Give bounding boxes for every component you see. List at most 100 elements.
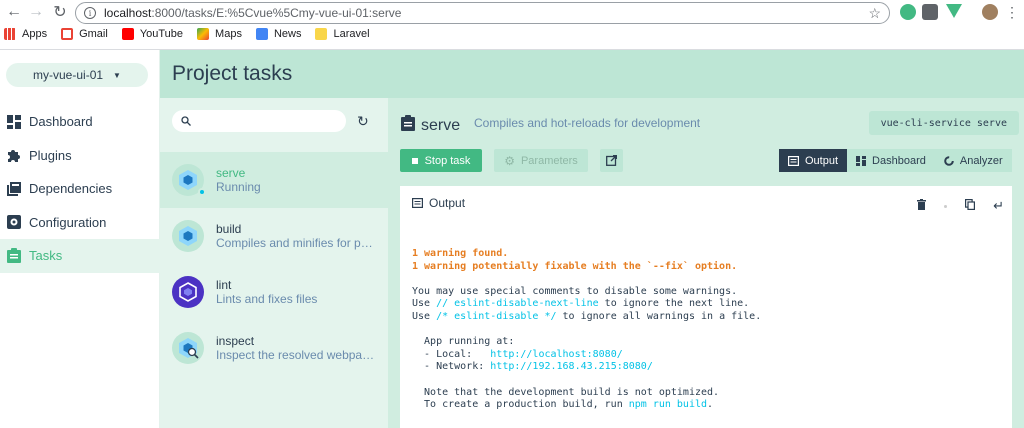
- task-description: Running: [216, 180, 261, 194]
- console-icon: [412, 198, 423, 208]
- bookmark-apps[interactable]: Apps: [4, 28, 47, 40]
- project-selector[interactable]: my-vue-ui-01 ▼: [6, 63, 148, 87]
- sidebar: my-vue-ui-01 ▼ Dashboard Plugins Depende…: [0, 50, 160, 428]
- task-item-inspect[interactable]: inspect Inspect the resolved webpack con…: [160, 320, 388, 376]
- sidebar-menu: Dashboard Plugins Dependencies Configura…: [0, 105, 160, 273]
- webpack-icon: [172, 164, 206, 196]
- project-name: my-vue-ui-01: [33, 68, 104, 82]
- bookmark-label: YouTube: [139, 28, 184, 40]
- extension-icon[interactable]: [922, 4, 938, 20]
- search-input[interactable]: [172, 110, 346, 132]
- view-tabs: Output Dashboard Analyzer: [779, 149, 1012, 172]
- bookmark-label: Gmail: [79, 28, 108, 40]
- sidebar-item-label: Dashboard: [29, 114, 93, 130]
- maps-icon: [197, 28, 210, 40]
- task-command[interactable]: vue-cli-service serve: [868, 111, 1019, 135]
- local-url-link[interactable]: http://localhost:8080/: [490, 349, 622, 360]
- tab-output[interactable]: Output: [779, 149, 848, 172]
- main-content: Project tasks ↻ serve Running build Comp…: [160, 50, 1024, 428]
- console-output: 1 warning found. 1 warning potentially f…: [412, 248, 761, 412]
- search-icon: [181, 116, 191, 126]
- tab-label: Analyzer: [959, 154, 1003, 167]
- output-title: Output: [429, 196, 466, 210]
- console-icon: [788, 155, 799, 166]
- url-path: :8000/tasks/E:%5Cvue%5Cmy-vue-ui-01:serv…: [151, 6, 402, 20]
- task-description: Lints and fixes files: [216, 292, 318, 306]
- task-details: serve Compiles and hot-reloads for devel…: [388, 98, 1024, 428]
- copy-icon[interactable]: [965, 197, 976, 215]
- bookmark-news[interactable]: News: [255, 28, 301, 40]
- separator-dot: [944, 204, 948, 208]
- console-text: - Local:: [412, 348, 491, 360]
- open-in-browser-button[interactable]: [600, 149, 623, 172]
- news-icon: [255, 28, 268, 40]
- sidebar-item-dashboard[interactable]: Dashboard: [0, 105, 160, 139]
- gmail-icon: [61, 28, 74, 40]
- apps-grid-icon: [4, 28, 16, 40]
- console-text: Use: [412, 298, 437, 310]
- refresh-icon[interactable]: ↻: [357, 113, 369, 130]
- avatar[interactable]: [982, 4, 998, 20]
- return-icon[interactable]: ↵: [993, 198, 1004, 214]
- dashboard-icon: [856, 155, 867, 166]
- bookmark-gmail[interactable]: Gmail: [61, 28, 108, 40]
- open-external-icon: [606, 155, 617, 166]
- console-highlight: npm run build: [628, 399, 708, 411]
- task-name: serve: [216, 166, 246, 180]
- task-description: Compiles and hot-reloads for development: [474, 116, 701, 130]
- clipboard-icon: [6, 248, 21, 264]
- delete-icon[interactable]: [917, 197, 927, 215]
- bookmark-laravel[interactable]: Laravel: [315, 28, 370, 40]
- stop-icon: [411, 157, 418, 164]
- console-highlight: // eslint-disable-next-line: [436, 298, 599, 310]
- donut-chart-icon: [944, 155, 954, 166]
- caret-down-icon: ▼: [113, 70, 121, 80]
- console-text: .: [707, 399, 714, 411]
- task-item-serve[interactable]: serve Running: [160, 152, 388, 208]
- sidebar-item-configuration[interactable]: Configuration: [0, 206, 160, 240]
- extension-icon[interactable]: [900, 4, 916, 20]
- output-toolbar: ↵: [917, 197, 1004, 215]
- sidebar-item-dependencies[interactable]: Dependencies: [0, 172, 160, 206]
- youtube-icon: [121, 28, 134, 40]
- tab-dashboard[interactable]: Dashboard: [847, 149, 935, 172]
- tab-analyzer[interactable]: Analyzer: [934, 149, 1012, 172]
- console-text: Use: [412, 310, 437, 322]
- browser-chrome: ← → ↻ i localhost:8000/tasks/E:%5Cvue%5C…: [0, 0, 1024, 50]
- vue-devtools-icon[interactable]: [946, 4, 962, 18]
- task-item-lint[interactable]: lint Lints and fixes files: [160, 264, 388, 320]
- task-name: build: [216, 222, 242, 236]
- bookmark-star-icon[interactable]: ☆: [868, 5, 881, 22]
- address-bar[interactable]: i localhost:8000/tasks/E:%5Cvue%5Cmy-vue…: [75, 2, 890, 24]
- forward-icon[interactable]: →: [26, 2, 46, 22]
- console-text: To create a production build, run: [412, 399, 629, 411]
- info-icon[interactable]: i: [84, 7, 96, 19]
- puzzle-icon: [6, 148, 21, 163]
- task-item-build[interactable]: build Compiles and minifies for producti…: [160, 208, 388, 264]
- dashboard-icon: [6, 114, 21, 129]
- bookmark-youtube[interactable]: YouTube: [121, 28, 184, 40]
- output-panel: Output ↵ 1 warning found. 1 warning pote…: [400, 186, 1012, 428]
- bookmark-label: Apps: [22, 28, 48, 40]
- tab-label: Dashboard: [872, 154, 926, 167]
- sidebar-item-tasks[interactable]: Tasks: [0, 239, 160, 273]
- task-list: ↻ serve Running build Compiles and minif…: [160, 98, 388, 428]
- stop-task-label: Stop task: [424, 154, 471, 167]
- page-title: Project tasks: [172, 62, 293, 85]
- bookmarks-bar: Apps Gmail YouTube Maps News Laravel: [4, 28, 384, 40]
- network-url-link[interactable]: http://192.168.43.215:8080/: [490, 361, 653, 372]
- console-text: to ignore the next line.: [598, 298, 750, 310]
- bookmark-label: Maps: [215, 28, 242, 40]
- console-text: - Network:: [412, 361, 491, 373]
- sidebar-item-plugins[interactable]: Plugins: [0, 139, 160, 173]
- reload-icon[interactable]: ↻: [50, 2, 70, 22]
- task-title: serve: [401, 115, 460, 136]
- webpack-inspect-icon: [172, 332, 204, 364]
- webpack-icon: [172, 220, 204, 252]
- parameters-button[interactable]: ⚙ Parameters: [494, 149, 588, 172]
- menu-icon[interactable]: ⋮: [1002, 2, 1022, 22]
- bookmark-maps[interactable]: Maps: [197, 28, 242, 40]
- gear-icon: ⚙: [504, 153, 515, 168]
- back-icon[interactable]: ←: [4, 2, 24, 22]
- stop-task-button[interactable]: Stop task: [400, 149, 482, 172]
